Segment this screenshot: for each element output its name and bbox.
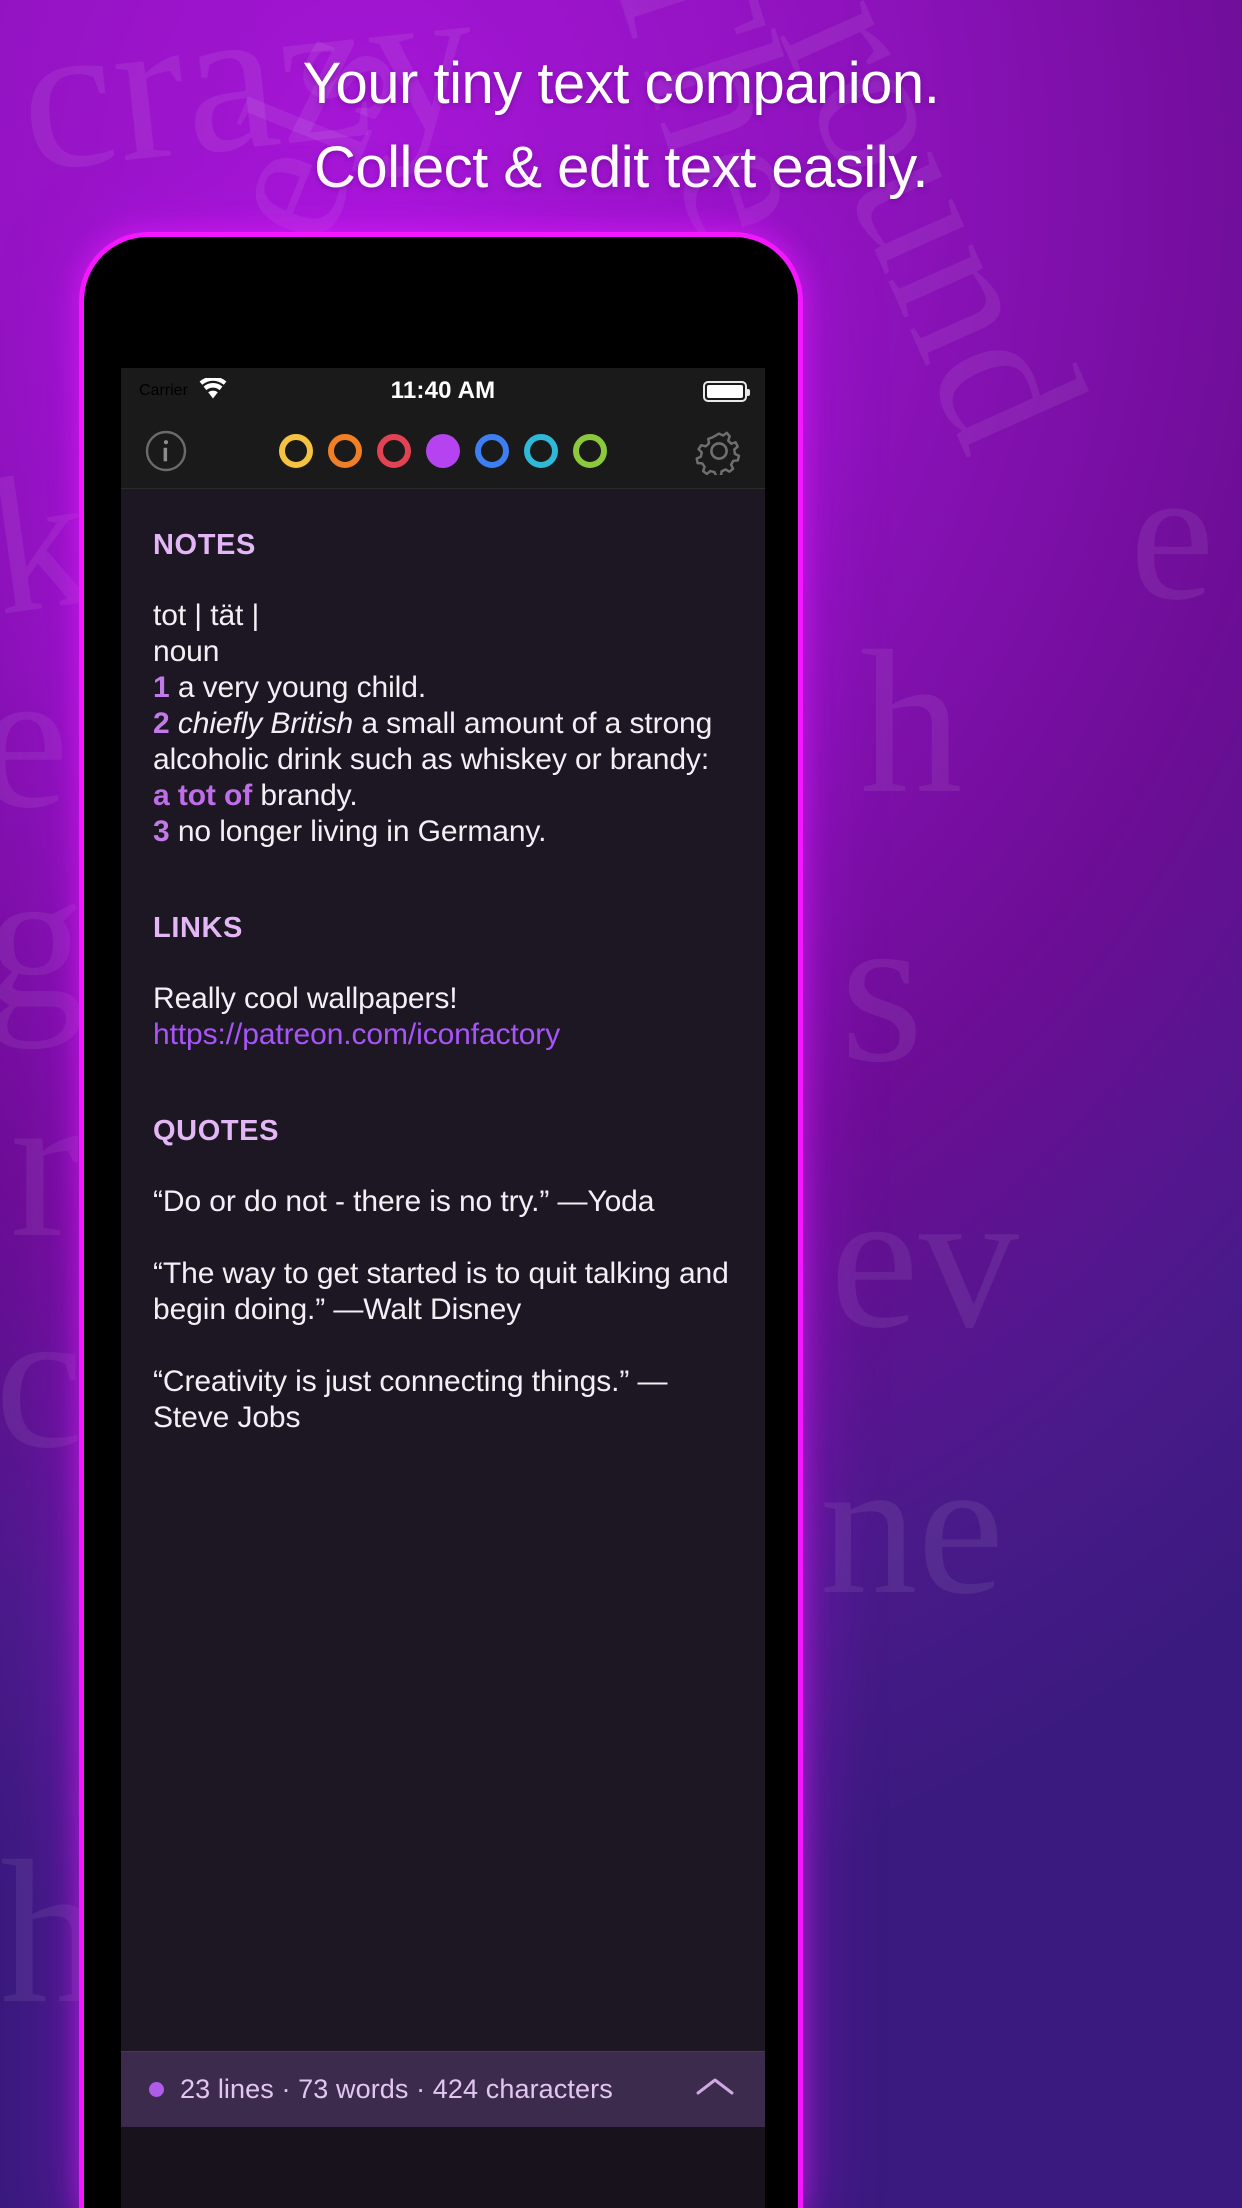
section-heading-quotes: QUOTES [153, 1115, 280, 1147]
quote-item: “The way to get started is to quit talki… [153, 1257, 729, 1326]
status-dot-icon [149, 2082, 164, 2097]
ios-status-bar: Carrier 11:40 AM [121, 368, 765, 414]
notes-definition-2: 2 chiefly British a small amount of a st… [153, 706, 733, 814]
color-swatch-row [121, 434, 765, 468]
phone-mockup: Carrier 11:40 AM NOTES tot | tät | noun … [84, 237, 798, 2208]
battery-full-icon [703, 380, 750, 402]
definition-text: no longer living in Germany. [169, 815, 547, 848]
note-stats-bar: 23 lines · 73 words · 424 characters [121, 2051, 765, 2127]
app-toolbar [121, 414, 765, 489]
swatch-orange[interactable] [328, 434, 362, 468]
swatch-yellow[interactable] [279, 434, 313, 468]
quote-item: “Creativity is just connecting things.” … [153, 1365, 668, 1434]
phone-screen: Carrier 11:40 AM NOTES tot | tät | noun … [121, 368, 765, 2208]
wifi-icon [199, 376, 227, 404]
bg-word: e [1130, 430, 1215, 640]
definition-number: 2 [153, 707, 170, 740]
bg-word: ne [820, 1419, 1005, 1635]
status-bar-left: Carrier [139, 376, 227, 404]
link-label: Really cool wallpapers! [153, 982, 458, 1015]
notes-definition-1: 1 a very young child. [153, 670, 733, 706]
swatch-cyan[interactable] [524, 434, 558, 468]
headline-line-1: Your tiny text companion. [302, 51, 940, 116]
status-bar-right [703, 380, 750, 402]
headline-line-2: Collect & edit text easily. [313, 135, 929, 201]
quotes-body: “Do or do not - there is no try.” —Yoda … [153, 1184, 733, 1436]
definition-number: 3 [153, 815, 170, 848]
definition-example: a tot of [153, 779, 253, 812]
swatch-green[interactable] [573, 434, 607, 468]
promo-headline: Your tiny text companion. Collect & edit… [0, 0, 1242, 210]
link-url[interactable]: https://patreon.com/iconfactory [153, 1017, 733, 1053]
info-circle-icon[interactable] [143, 428, 189, 474]
swatch-red[interactable] [377, 434, 411, 468]
section-heading-notes: NOTES [153, 529, 256, 561]
carrier-label: Carrier [139, 382, 188, 399]
notes-body: tot | tät | noun 1 a very young child. 2… [153, 598, 733, 850]
definition-usage-note: chiefly British [177, 707, 354, 740]
notes-part-of-speech: noun [153, 635, 220, 668]
definition-text-tail: brandy. [252, 779, 358, 812]
section-heading-links: LINKS [153, 912, 243, 944]
bg-word: e [0, 629, 69, 850]
notes-headword: tot | tät | [153, 599, 260, 632]
definition-number: 1 [153, 671, 170, 704]
bg-word: h [860, 609, 963, 836]
links-body: Really cool wallpapers! https://patreon.… [153, 981, 733, 1053]
note-counts-label: 23 lines · 73 words · 424 characters [180, 2074, 613, 2104]
quote-item: “Do or do not - there is no try.” —Yoda [153, 1185, 655, 1218]
swatch-purple[interactable] [426, 434, 460, 468]
definition-text: a very young child. [169, 671, 427, 704]
gear-icon[interactable] [695, 427, 743, 475]
notes-definition-3: 3 no longer living in Germany. [153, 814, 733, 850]
bg-word: s [840, 868, 924, 1107]
swatch-blue[interactable] [475, 434, 509, 468]
bg-word: ev [830, 1149, 1019, 1370]
chevron-up-icon[interactable] [693, 2074, 737, 2105]
note-content[interactable]: NOTES tot | tät | noun 1 a very young ch… [121, 489, 765, 2051]
